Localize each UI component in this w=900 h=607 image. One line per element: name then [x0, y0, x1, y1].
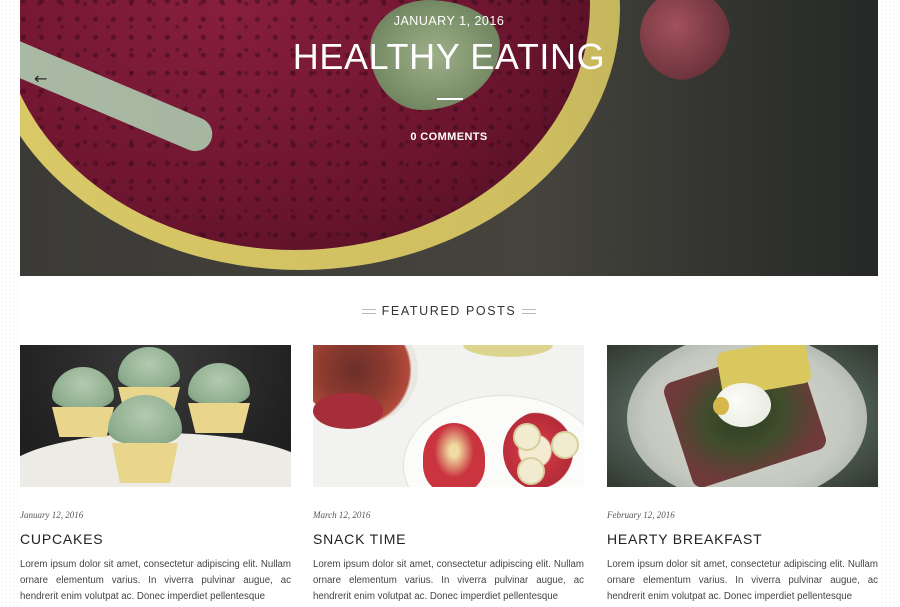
heading-ornament-left	[361, 309, 376, 315]
hero-post-title[interactable]: HEALTHY EATING	[20, 36, 878, 78]
featured-posts-heading: FEATURED POSTS	[20, 304, 878, 318]
thumbnail-strawberries	[313, 393, 383, 429]
post-thumbnail-hearty-breakfast[interactable]	[607, 345, 878, 487]
post-title[interactable]: HEARTY BREAKFAST	[607, 531, 762, 547]
thumbnail-banana-slice	[551, 431, 579, 459]
post-date: January 12, 2016	[20, 510, 84, 520]
page: ← JANUARY 1, 2016 HEALTHY EATING 0 COMME…	[20, 0, 878, 607]
thumbnail-yellow-plate	[463, 345, 553, 357]
hero-comments-link[interactable]: 0 COMMENTS	[20, 131, 878, 143]
post-thumbnail-cupcakes[interactable]	[20, 345, 291, 487]
thumbnail-banana-slice	[513, 423, 541, 451]
post-card-cupcakes: January 12, 2016 CUPCAKES Lorem ipsum do…	[20, 345, 291, 607]
hero-post-date: JANUARY 1, 2016	[393, 14, 505, 28]
hero-slide[interactable]: ← JANUARY 1, 2016 HEALTHY EATING 0 COMME…	[20, 0, 878, 276]
post-title[interactable]: SNACK TIME	[313, 531, 406, 547]
post-card-hearty-breakfast: February 12, 2016 HEARTY BREAKFAST Lorem…	[607, 345, 878, 607]
post-excerpt: Lorem ipsum dolor sit amet, consectetur …	[313, 559, 584, 602]
featured-posts-label: FEATURED POSTS	[381, 304, 517, 318]
post-card-snack-time: March 12, 2016 SNACK TIME Lorem ipsum do…	[313, 345, 584, 607]
post-excerpt: Lorem ipsum dolor sit amet, consectetur …	[607, 559, 878, 602]
post-excerpt: Lorem ipsum dolor sit amet, consectetur …	[20, 559, 291, 602]
post-date: February 12, 2016	[607, 510, 675, 520]
hero-divider	[437, 98, 463, 100]
thumbnail-strawberry-slices	[423, 423, 485, 487]
post-title[interactable]: CUPCAKES	[20, 531, 103, 547]
post-thumbnail-snack-time[interactable]	[313, 345, 584, 487]
heading-ornament-right	[522, 309, 537, 315]
thumbnail-banana-slice	[517, 457, 545, 485]
thumbnail-egg-yolk	[713, 397, 729, 415]
post-date: March 12, 2016	[313, 510, 371, 520]
